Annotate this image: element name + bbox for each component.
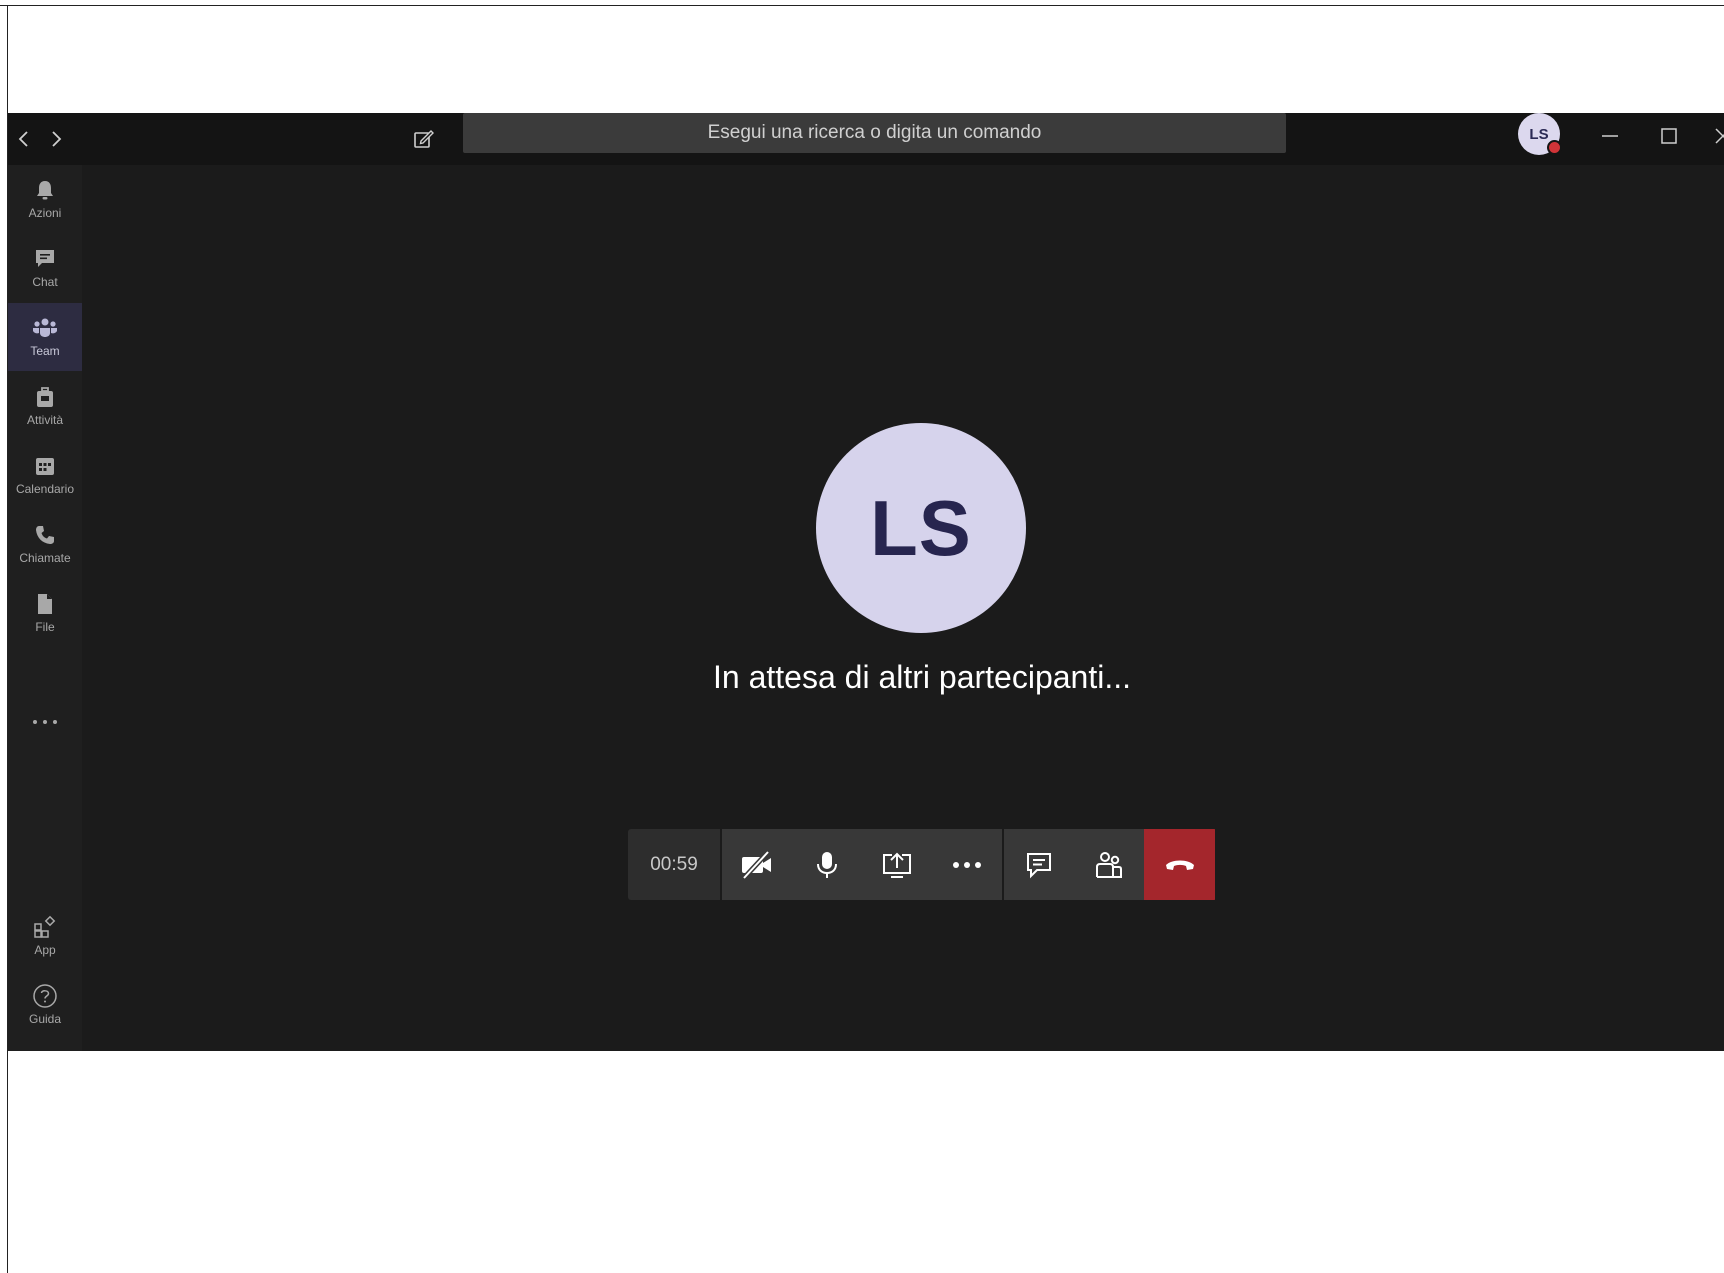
- chat-icon: [32, 246, 58, 272]
- hang-up-icon: [1165, 860, 1194, 870]
- rail-item-app[interactable]: App: [8, 902, 82, 970]
- new-chat-button[interactable]: [410, 125, 438, 153]
- show-conversation-button[interactable]: [1004, 829, 1074, 900]
- assignments-icon: [32, 384, 58, 410]
- rail-label-guida: Guida: [28, 1012, 62, 1026]
- participant-avatar: LS: [816, 423, 1026, 633]
- teams-icon: [32, 315, 58, 341]
- title-bar: Esegui una ricerca o digita un comando L…: [8, 113, 1724, 165]
- microphone-icon: [817, 851, 837, 878]
- rail-item-team[interactable]: Team: [8, 303, 82, 371]
- hang-up-button[interactable]: [1144, 829, 1215, 900]
- calendar-icon: [32, 453, 58, 479]
- panel-controls: [1004, 829, 1144, 900]
- back-button[interactable]: [12, 127, 36, 151]
- media-controls: [722, 829, 1004, 900]
- rail-item-chat[interactable]: Chat: [8, 234, 82, 302]
- rail-label-app: App: [34, 943, 56, 957]
- rail-label-calendario: Calendario: [15, 482, 75, 496]
- maximize-button[interactable]: [1654, 121, 1684, 151]
- show-participants-icon: [1096, 851, 1122, 878]
- apps-icon: [32, 914, 58, 940]
- chevron-left-icon: [18, 131, 28, 147]
- rail-item-chiamate[interactable]: Chiamate: [8, 510, 82, 578]
- presence-status-dot: [1547, 140, 1562, 155]
- camera-off-icon: [742, 849, 771, 880]
- more-actions-icon: [953, 861, 981, 868]
- more-horizontal-icon: [33, 720, 57, 724]
- rail-item-azioni[interactable]: Azioni: [8, 165, 82, 233]
- rail-item-calendario[interactable]: Calendario: [8, 441, 82, 509]
- share-screen-button[interactable]: [862, 829, 932, 900]
- rail-label-team: Team: [30, 344, 60, 358]
- close-button[interactable]: [1708, 121, 1724, 151]
- app-bar: Azioni Chat Team Attività Calendario Chi…: [8, 165, 82, 1051]
- help-icon: [32, 983, 58, 1009]
- show-conversation-icon: [1027, 852, 1051, 878]
- call-stage: LS In attesa di altri partecipanti... 00…: [82, 165, 1724, 1051]
- close-icon: [1715, 128, 1724, 144]
- call-timer: 00:59: [628, 829, 722, 900]
- rail-label-file: File: [35, 620, 55, 634]
- teams-window: Esegui una ricerca o digita un comando L…: [8, 113, 1724, 1051]
- waiting-status-text: In attesa di altri partecipanti...: [713, 659, 1131, 695]
- search-input[interactable]: Esegui una ricerca o digita un comando: [463, 113, 1286, 153]
- screenshot-frame-top: [0, 5, 1724, 6]
- avatar-initials: LS: [1529, 125, 1549, 143]
- more-apps-button[interactable]: [8, 710, 82, 734]
- rail-item-guida[interactable]: Guida: [8, 971, 82, 1039]
- compose-icon: [414, 130, 434, 148]
- share-screen-icon: [883, 852, 911, 878]
- rail-item-file[interactable]: File: [8, 579, 82, 647]
- show-participants-button[interactable]: [1074, 829, 1144, 900]
- microphone-toggle-button[interactable]: [792, 829, 862, 900]
- rail-label-chat: Chat: [32, 275, 58, 289]
- more-actions-button[interactable]: [932, 829, 1002, 900]
- rail-label-azioni: Azioni: [28, 206, 62, 220]
- rail-label-attivita: Attività: [26, 413, 63, 427]
- rail-item-attivita[interactable]: Attività: [8, 372, 82, 440]
- bell-icon: [32, 177, 58, 203]
- camera-toggle-button[interactable]: [722, 829, 792, 900]
- profile-avatar[interactable]: LS: [1518, 113, 1562, 155]
- file-icon: [32, 591, 58, 617]
- forward-button[interactable]: [44, 127, 68, 151]
- search-placeholder: Esegui una ricerca o digita un comando: [707, 122, 1042, 143]
- chevron-right-icon: [52, 131, 62, 147]
- minimize-button[interactable]: [1595, 121, 1625, 151]
- call-controls-bar: 00:59: [628, 829, 1217, 900]
- phone-icon: [32, 522, 58, 548]
- rail-label-chiamate: Chiamate: [19, 551, 71, 565]
- participant-initials: LS: [870, 483, 972, 572]
- maximize-icon: [1661, 128, 1677, 144]
- minimize-icon: [1602, 135, 1618, 137]
